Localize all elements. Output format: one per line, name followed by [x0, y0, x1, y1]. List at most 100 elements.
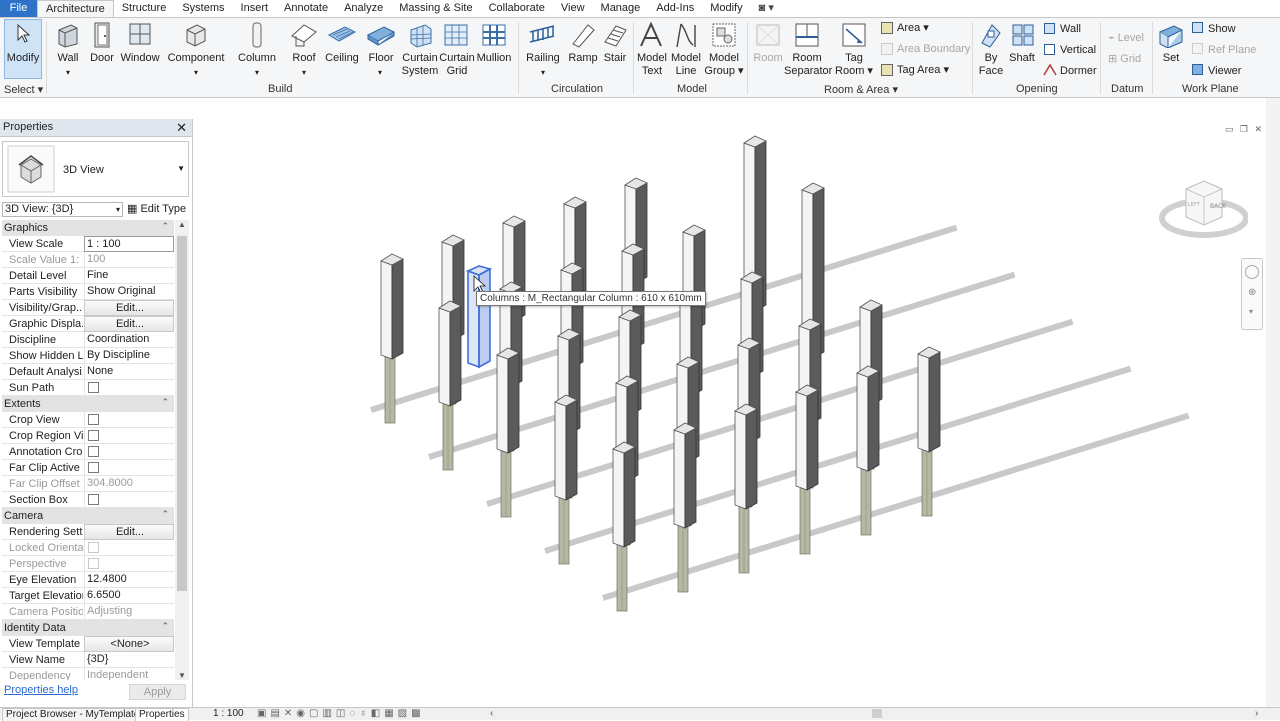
tab-view[interactable]: View	[553, 0, 593, 17]
navigation-bar[interactable]: ⊕ ▾	[1241, 258, 1263, 330]
checkbox[interactable]	[88, 446, 99, 457]
property-checkbox-cell[interactable]	[84, 428, 174, 444]
vertical-opening-button[interactable]: Vertical	[1060, 44, 1096, 57]
context-toggle-icon[interactable]: ◙ ▾	[751, 0, 782, 17]
tab-massing-site[interactable]: Massing & Site	[391, 0, 480, 17]
railing-dropdown-arrow[interactable]: ▾	[535, 66, 551, 79]
property-checkbox-cell[interactable]	[84, 492, 174, 508]
component-button[interactable]: Component	[166, 52, 226, 65]
curtain-grid-button[interactable]: Curtain Grid	[437, 52, 477, 78]
checkbox[interactable]	[88, 494, 99, 505]
tab-architecture[interactable]: Architecture	[37, 0, 114, 17]
property-group-header[interactable]: Identity Data ⌃	[2, 620, 174, 636]
property-edit-button[interactable]: Edit...	[84, 300, 174, 316]
window-button[interactable]: Window	[119, 52, 161, 65]
3d-viewport[interactable]: Columns : M_Rectangular Column : 610 x 6…	[195, 119, 1266, 707]
mullion-button[interactable]: Mullion	[474, 52, 514, 65]
component-dropdown-arrow[interactable]: ▾	[188, 66, 204, 79]
door-button[interactable]: Door	[86, 52, 118, 65]
ramp-button[interactable]: Ramp	[566, 52, 600, 65]
property-value[interactable]: {3D}	[84, 652, 174, 668]
steering-wheel-icon[interactable]	[1245, 265, 1259, 279]
horizontal-scroll-thumb[interactable]	[872, 709, 882, 718]
room-button[interactable]: Room	[750, 52, 786, 65]
model-group-button[interactable]: Model Group ▾	[704, 52, 744, 78]
zoom-icon[interactable]: ⊕	[1248, 287, 1256, 298]
model-line-button[interactable]: Model Line	[668, 52, 704, 78]
property-group-header[interactable]: Extents ⌃	[2, 396, 174, 412]
tab-collaborate[interactable]: Collaborate	[481, 0, 553, 17]
checkbox[interactable]	[88, 430, 99, 441]
scroll-thumb[interactable]	[177, 236, 187, 591]
tab-file[interactable]: File	[0, 0, 37, 17]
show-workplane-button[interactable]: Show	[1208, 23, 1236, 36]
collapse-icon[interactable]: ⌃	[161, 221, 169, 232]
roof-button[interactable]: Roof	[288, 52, 320, 65]
tab-insert[interactable]: Insert	[233, 0, 277, 17]
floor-dropdown-arrow[interactable]: ▾	[372, 66, 388, 79]
property-value[interactable]: Coordination	[84, 332, 174, 348]
model-text-button[interactable]: Model Text	[634, 52, 670, 78]
set-button[interactable]: Set	[1158, 52, 1184, 65]
view-control-icons[interactable]: ▣▤✕◉▢▥◫◌♁◧▦▨▩	[257, 708, 425, 720]
column-button[interactable]: Column	[236, 52, 278, 65]
property-value[interactable]: 12.4800	[84, 572, 174, 588]
viewport-vertical-scrollbar[interactable]	[1266, 98, 1280, 708]
scroll-left-icon[interactable]: ‹	[490, 708, 493, 720]
collapse-icon[interactable]: ⌃	[161, 397, 169, 408]
chevron-down-icon[interactable]: ▼	[177, 164, 185, 173]
shaft-button[interactable]: Shaft	[1006, 52, 1038, 65]
property-edit-button[interactable]: <None>	[84, 636, 174, 652]
property-value[interactable]: Fine	[84, 268, 174, 284]
project-browser-tab[interactable]: Project Browser - MyTemplate...	[2, 708, 152, 721]
close-icon[interactable]: ✕	[176, 120, 187, 136]
property-value[interactable]: 6.6500	[84, 588, 174, 604]
curtain-system-button[interactable]: Curtain System	[400, 52, 440, 78]
properties-tab[interactable]: Properties	[135, 708, 189, 721]
checkbox[interactable]	[88, 382, 99, 393]
property-checkbox-cell[interactable]	[84, 444, 174, 460]
tab-analyze[interactable]: Analyze	[336, 0, 391, 17]
wall-dropdown-arrow[interactable]: ▾	[60, 66, 76, 79]
collapse-icon[interactable]: ⌃	[161, 621, 169, 632]
tab-annotate[interactable]: Annotate	[276, 0, 336, 17]
view-scale-control[interactable]: 1 : 100	[213, 708, 244, 720]
properties-help-link[interactable]: Properties help	[4, 684, 78, 696]
railing-button[interactable]: Railing	[524, 52, 562, 65]
tab-modify[interactable]: Modify	[702, 0, 750, 17]
scroll-right-icon[interactable]: ›	[1255, 708, 1258, 720]
collapse-icon[interactable]: ⌃	[161, 509, 169, 520]
view-instance-selector[interactable]: 3D View: {3D} ▾	[2, 202, 123, 217]
property-edit-button[interactable]: Edit...	[84, 316, 174, 332]
grid-button[interactable]: ⊞ Grid	[1108, 53, 1141, 66]
ref-plane-button[interactable]: Ref Plane	[1208, 44, 1256, 57]
property-value[interactable]: 1 : 100	[84, 236, 174, 252]
floor-button[interactable]: Floor	[363, 52, 399, 65]
property-checkbox-cell[interactable]	[84, 460, 174, 476]
checkbox[interactable]	[88, 414, 99, 425]
tag-area-button[interactable]: Tag Area ▾	[897, 64, 949, 77]
area-button[interactable]: Area ▾	[897, 22, 929, 35]
property-group-header[interactable]: Graphics ⌃	[2, 220, 174, 236]
tab-systems[interactable]: Systems	[174, 0, 232, 17]
wall-opening-button[interactable]: Wall	[1060, 23, 1081, 36]
chevron-down-icon[interactable]: ▾	[1249, 307, 1253, 316]
room-separator-button[interactable]: Room Separator	[784, 52, 832, 78]
apply-button[interactable]: Apply	[129, 684, 186, 700]
viewcube[interactable]: BACK LEFT	[1158, 173, 1248, 243]
property-group-header[interactable]: Camera ⌃	[2, 508, 174, 524]
column-grid-scene[interactable]	[195, 119, 1266, 707]
ceiling-button[interactable]: Ceiling	[322, 52, 362, 65]
dormer-button[interactable]: Dormer	[1060, 65, 1097, 78]
tag-room-button[interactable]: Tag Room ▾	[832, 52, 876, 78]
property-checkbox-cell[interactable]	[84, 380, 174, 396]
edit-type-button[interactable]: ▦ Edit Type	[127, 202, 186, 217]
stair-button[interactable]: Stair	[600, 52, 630, 65]
area-boundary-button[interactable]: Area Boundary	[897, 43, 970, 56]
column-dropdown-arrow[interactable]: ▾	[249, 66, 265, 79]
property-value[interactable]: By Discipline	[84, 348, 174, 364]
property-edit-button[interactable]: Edit...	[84, 524, 174, 540]
type-selector[interactable]: 3D View ▼	[2, 141, 189, 197]
level-button[interactable]: ⌁ Level	[1108, 32, 1144, 45]
wall-button[interactable]: Wall	[50, 52, 86, 65]
